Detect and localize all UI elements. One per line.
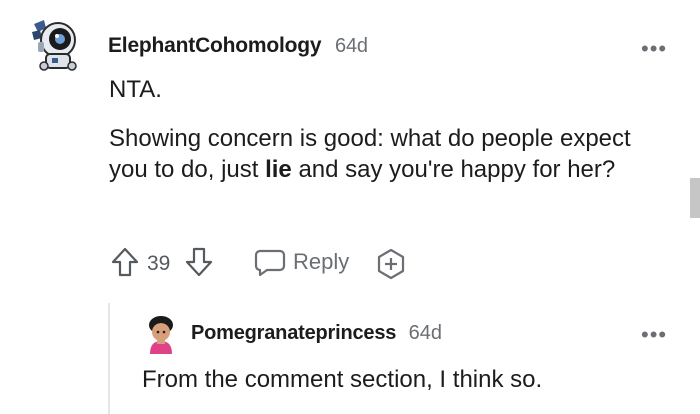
ellipsis-icon: ••• — [641, 322, 668, 347]
comment-age: 64d — [335, 35, 368, 57]
arrow-down-icon — [185, 247, 213, 277]
comment-text-bold: lie — [265, 156, 292, 183]
thread-line[interactable] — [108, 303, 110, 414]
ellipsis-icon: ••• — [641, 36, 668, 61]
arrow-up-icon — [111, 247, 139, 277]
comment-header: ElephantCohomology 64d — [108, 34, 368, 58]
reply-age: 64d — [408, 322, 443, 344]
vote-count: 39 — [147, 252, 171, 275]
plus-badge-icon — [377, 248, 405, 280]
reply-label: Reply — [293, 249, 350, 274]
avatar[interactable] — [30, 18, 82, 74]
scrollbar-thumb[interactable] — [690, 178, 700, 218]
downvote-button[interactable] — [184, 246, 216, 278]
award-button[interactable] — [375, 248, 407, 280]
reply-avatar[interactable] — [143, 314, 179, 356]
comment-line-1: NTA. — [109, 76, 162, 103]
reply-header: Pomegranateprincess 64d — [191, 322, 442, 345]
princess-avatar-icon — [149, 316, 173, 354]
comment-username[interactable]: ElephantCohomology — [108, 34, 322, 57]
comment-text-after: and say you're happy for her? — [291, 156, 616, 183]
astronaut-avatar-icon — [32, 20, 77, 71]
speech-bubble-icon — [254, 249, 286, 277]
upvote-button[interactable] — [110, 246, 142, 278]
comment-paragraph: Showing concern is good: what do people … — [109, 123, 669, 185]
reply-text: From the comment section, I think so. — [142, 366, 543, 393]
reply-username[interactable]: Pomegranateprincess — [191, 322, 396, 344]
reply-more-button[interactable]: ••• — [641, 324, 667, 346]
comment-more-button[interactable]: ••• — [641, 38, 667, 60]
